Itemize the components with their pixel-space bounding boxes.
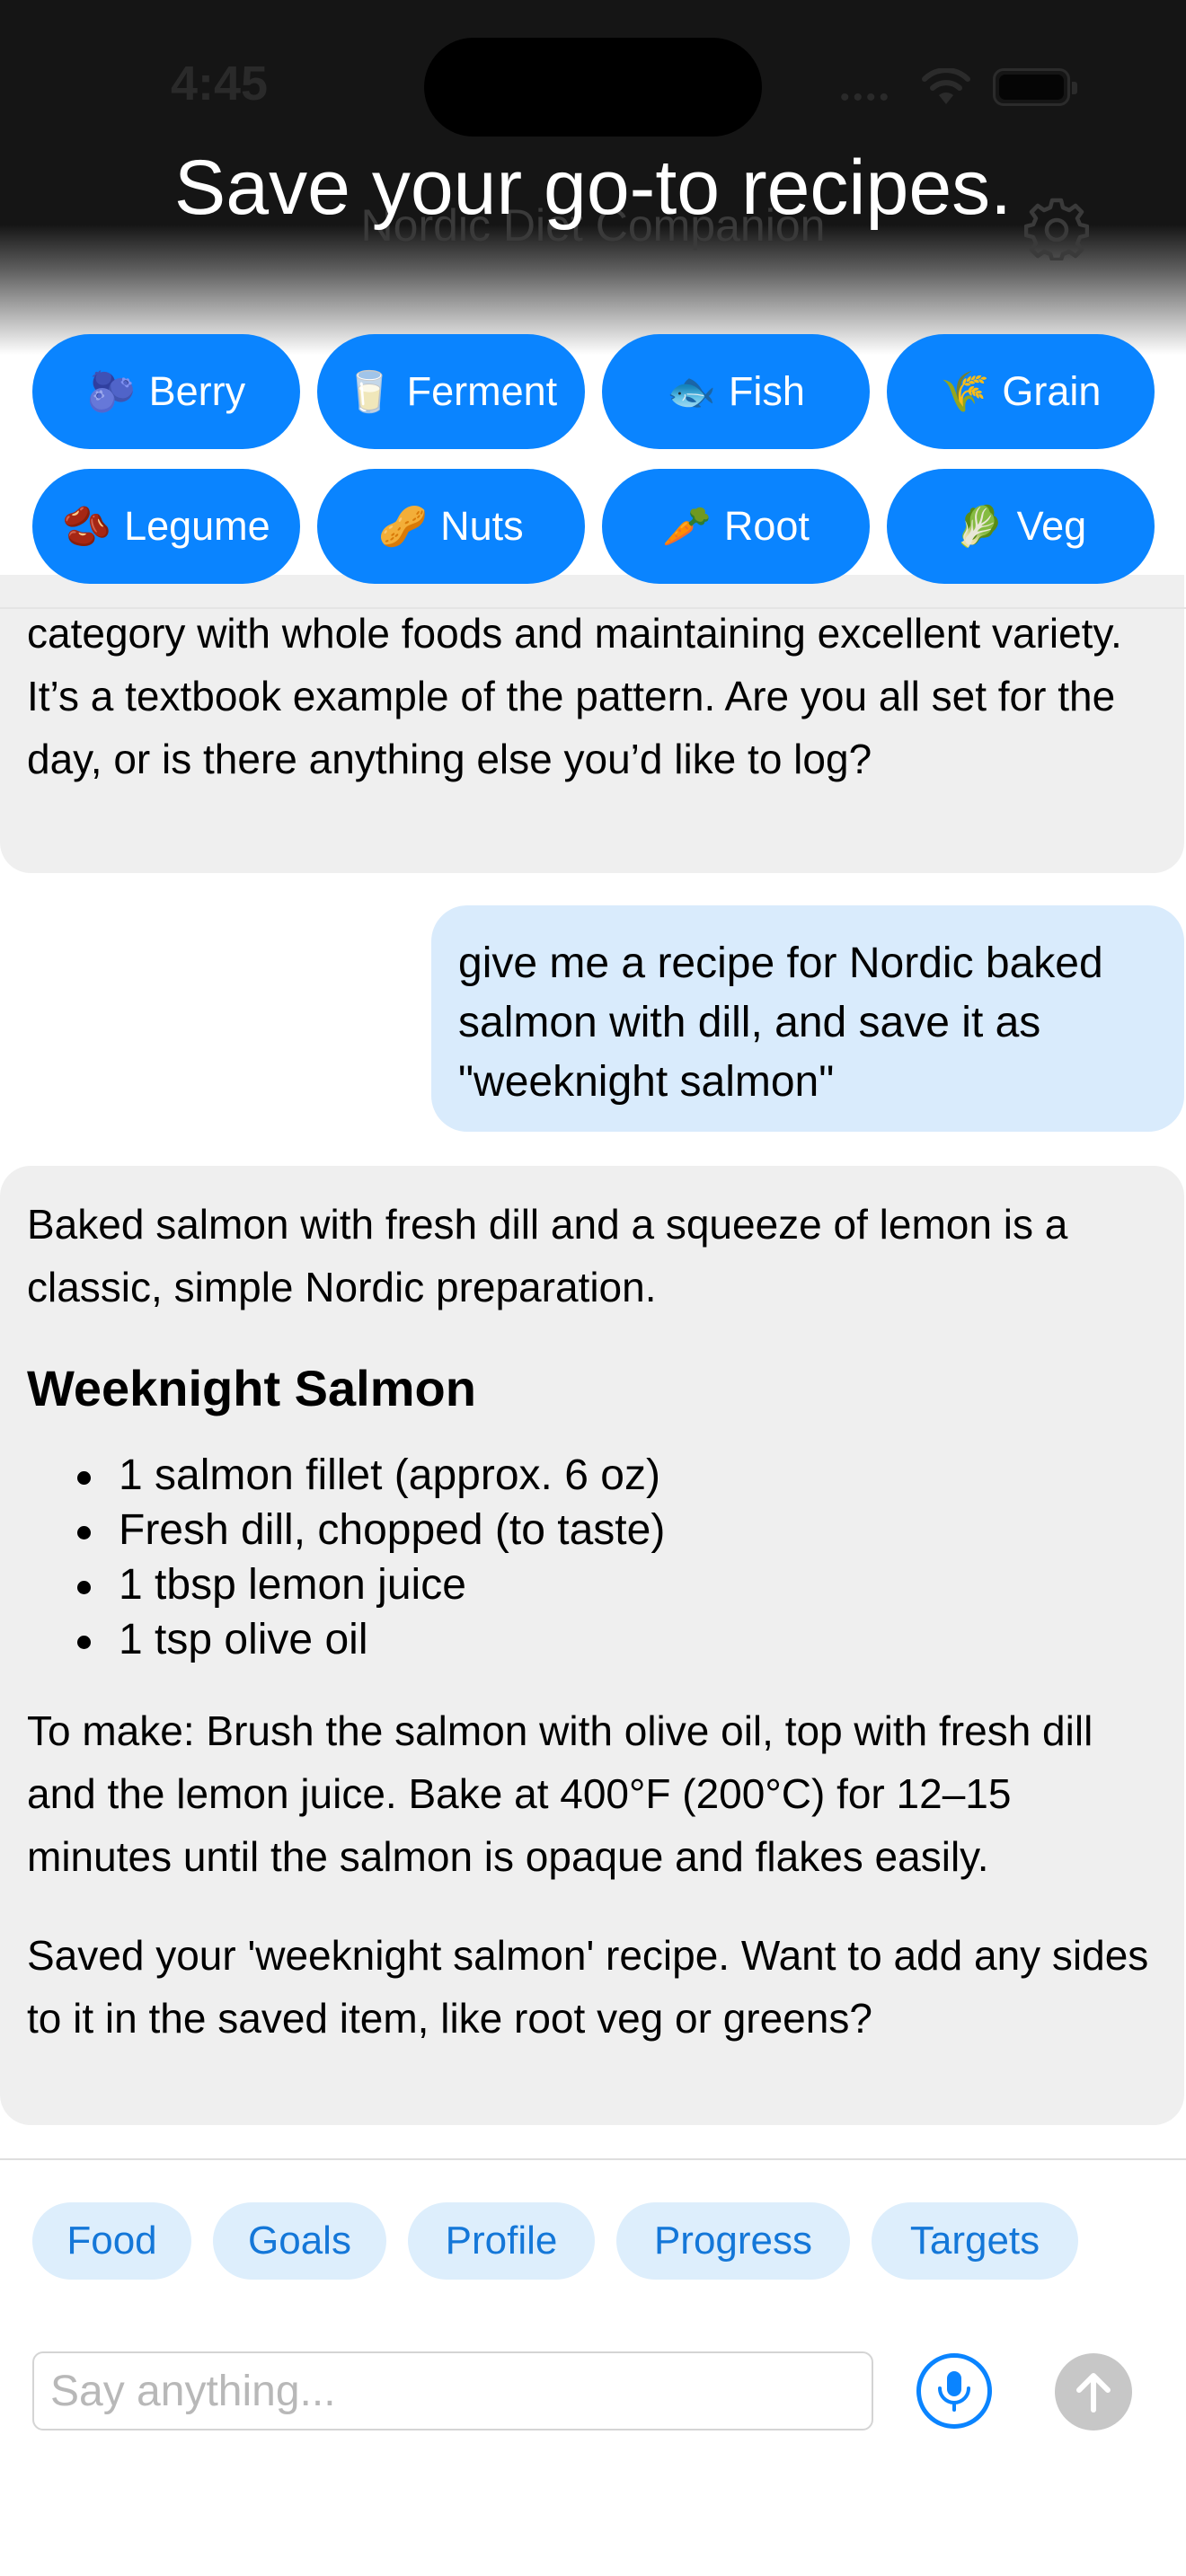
- message-text: category with whole foods and maintainin…: [27, 610, 1122, 782]
- ingredient-list: 1 salmon fillet (approx. 6 oz) Fresh dil…: [27, 1448, 1157, 1667]
- quick-action-progress[interactable]: Progress: [616, 2202, 850, 2280]
- dynamic-island: [424, 38, 762, 137]
- recipe-title: Weeknight Salmon: [27, 1360, 476, 1416]
- quick-action-profile[interactable]: Profile: [408, 2202, 595, 2280]
- message-text: give me a recipe for Nordic baked salmon…: [458, 940, 1103, 1106]
- battery-icon: [993, 68, 1077, 106]
- ingredient-item: 1 tbsp lemon juice: [27, 1557, 1157, 1612]
- peanuts-icon: 🥜: [378, 505, 429, 549]
- divider: [0, 607, 1186, 609]
- category-chip-fish[interactable]: 🐟 Fish: [602, 334, 870, 449]
- category-chip-nuts[interactable]: 🥜 Nuts: [317, 469, 585, 584]
- category-chip-label: Veg: [1016, 503, 1087, 549]
- category-chip-label: Nuts: [440, 503, 524, 549]
- microphone-icon: [938, 2371, 970, 2412]
- gear-icon[interactable]: [1024, 196, 1089, 260]
- category-chip-ferment[interactable]: 🥛 Ferment: [317, 334, 585, 449]
- category-chip-label: Root: [723, 503, 810, 549]
- category-chip-label: Grain: [1002, 368, 1102, 414]
- category-chip-label: Ferment: [406, 368, 558, 414]
- category-chip-grain[interactable]: 🌾 Grain: [887, 334, 1155, 449]
- quick-action-targets[interactable]: Targets: [872, 2202, 1078, 2280]
- ingredient-item: 1 tsp olive oil: [27, 1612, 1157, 1667]
- recipe-instructions: To make: Brush the salmon with olive oil…: [27, 1707, 1093, 1880]
- message-input[interactable]: [32, 2351, 873, 2430]
- divider: [0, 2158, 1186, 2160]
- category-chip-veg[interactable]: 🥬 Veg: [887, 469, 1155, 584]
- ingredient-item: Fresh dill, chopped (to taste): [27, 1503, 1157, 1557]
- user-message: give me a recipe for Nordic baked salmon…: [431, 905, 1184, 1132]
- beans-icon: 🫘: [62, 505, 112, 549]
- send-button[interactable]: [1055, 2353, 1132, 2430]
- wifi-icon: [922, 68, 970, 104]
- category-chip-label: Berry: [148, 368, 246, 414]
- cellular-signal-icon: ••••: [840, 83, 893, 112]
- saved-confirmation: Saved your 'weeknight salmon' recipe. Wa…: [27, 1932, 1149, 2042]
- leafy-greens-icon: 🥬: [954, 505, 1005, 549]
- blueberries-icon: 🫐: [86, 370, 137, 414]
- quick-action-goals[interactable]: Goals: [213, 2202, 386, 2280]
- grain-icon: 🌾: [940, 370, 990, 414]
- ingredient-item: 1 salmon fillet (approx. 6 oz): [27, 1448, 1157, 1503]
- milk-glass-icon: 🥛: [344, 370, 394, 414]
- microphone-button[interactable]: [916, 2353, 992, 2429]
- assistant-message-recipe: Baked salmon with fresh dill and a squee…: [0, 1166, 1184, 2125]
- fish-icon: 🐟: [667, 370, 716, 414]
- category-chip-label: Legume: [124, 503, 270, 549]
- quick-action-food[interactable]: Food: [32, 2202, 191, 2280]
- banner-headline: Save your go-to recipes.: [173, 145, 1013, 231]
- status-time: 4:45: [171, 57, 269, 110]
- arrow-up-icon: [1076, 2373, 1111, 2413]
- category-chip-root[interactable]: 🥕 Root: [602, 469, 870, 584]
- category-chip-legume[interactable]: 🫘 Legume: [32, 469, 300, 584]
- category-chip-label: Fish: [728, 368, 805, 414]
- assistant-message-previous: category with whole foods and maintainin…: [0, 575, 1184, 873]
- category-chip-berry[interactable]: 🫐 Berry: [32, 334, 300, 449]
- recipe-intro: Baked salmon with fresh dill and a squee…: [27, 1201, 1068, 1310]
- carrot-icon: 🥕: [662, 505, 712, 549]
